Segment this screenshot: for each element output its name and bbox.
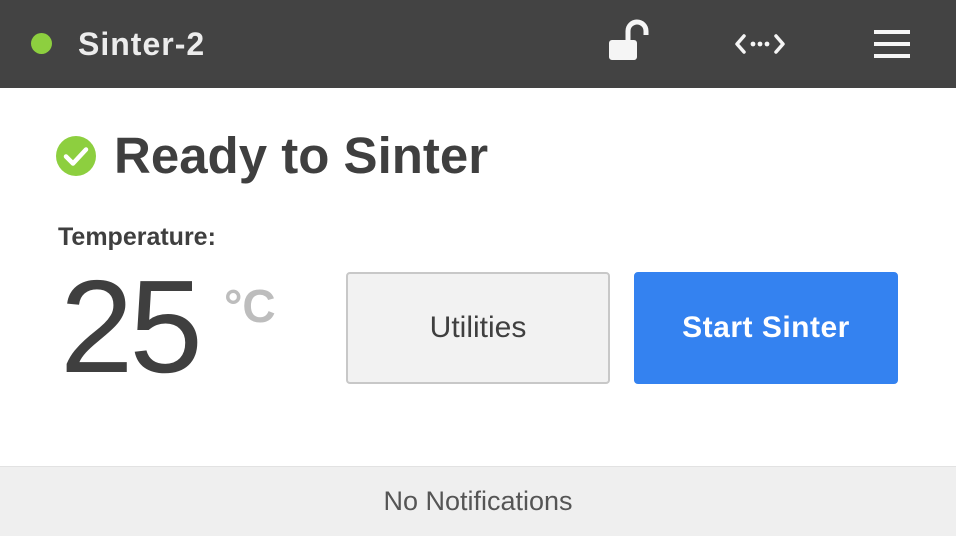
connection-icon[interactable] bbox=[734, 18, 786, 70]
top-bar: Sinter-2 bbox=[0, 0, 956, 88]
utilities-button[interactable]: Utilities bbox=[346, 272, 610, 384]
notification-text: No Notifications bbox=[383, 486, 573, 516]
status-title: Ready to Sinter bbox=[114, 127, 489, 184]
device-name: Sinter-2 bbox=[78, 26, 206, 62]
temperature-label: Temperature: bbox=[58, 223, 216, 251]
hamburger-menu-icon[interactable] bbox=[866, 18, 918, 70]
temperature-unit: °C bbox=[224, 280, 276, 332]
start-sinter-button[interactable]: Start Sinter bbox=[634, 272, 898, 384]
notification-bar[interactable]: No Notifications bbox=[0, 466, 956, 536]
check-circle-icon bbox=[56, 136, 96, 176]
lock-open-icon[interactable] bbox=[604, 18, 656, 70]
temperature-value: 25 bbox=[60, 253, 203, 400]
online-status-dot bbox=[31, 33, 52, 54]
